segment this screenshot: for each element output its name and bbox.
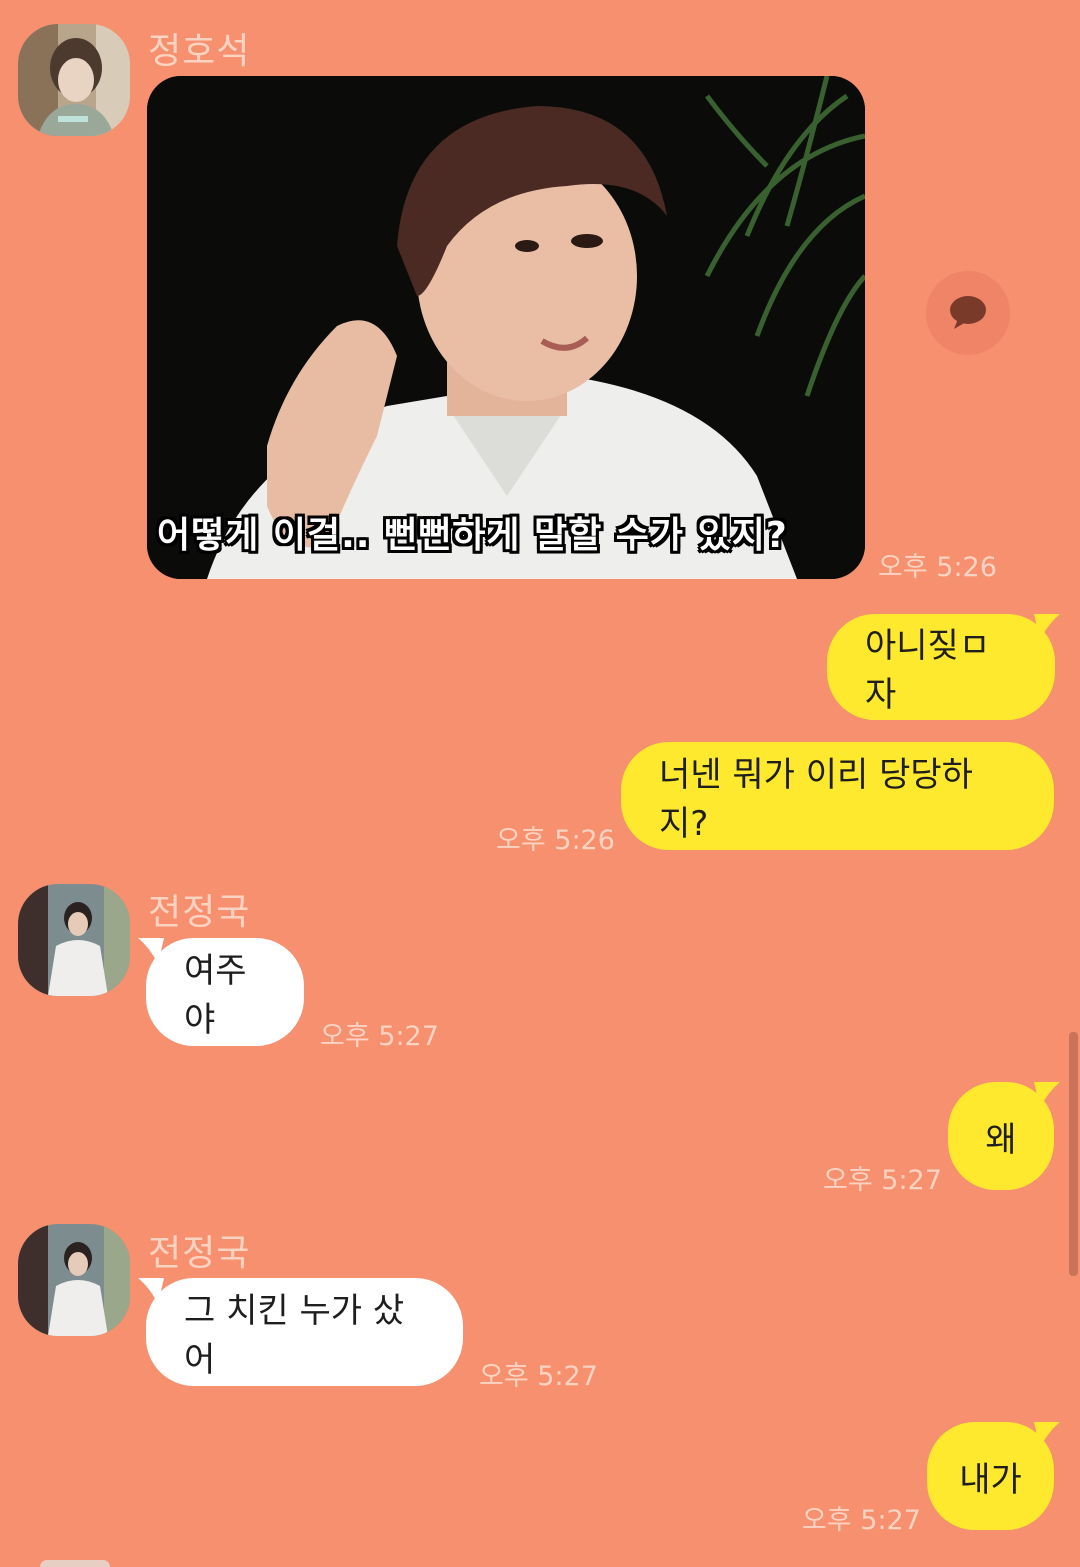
timestamp: 오후 5:27 [479,1361,598,1392]
message-text: 그 치킨 누가 샀어 [184,1291,405,1380]
message-text: 너넨 뭐가 이리 당당하지? [659,755,973,844]
avatar-jeon-jungkook[interactable] [18,1224,130,1336]
message-bubble-them[interactable]: 여주야 [146,938,304,1046]
shared-photo[interactable]: 어떻게 이걸.. 뻔뻔하게 말할 수가 있지? [147,76,865,579]
message-text: 아니짖ㅁ자 [865,626,991,715]
bubble-tail [1034,1422,1060,1448]
bubble-tail [1034,1082,1060,1108]
scrollbar-thumb[interactable] [1069,1032,1078,1276]
avatar-jeon-jungkook[interactable] [18,884,130,996]
share-button[interactable] [926,271,1010,355]
sender-name: 전정국 [148,892,251,933]
message-text: 왜 [985,1119,1017,1160]
message-text: 여주야 [184,951,247,1040]
message-bubble-me[interactable]: 너넨 뭐가 이리 당당하지? [621,742,1054,850]
bubble-tail [138,1278,164,1304]
photo-scene [147,76,865,579]
sender-name: 정호석 [148,31,251,72]
timestamp: 오후 5:27 [320,1021,439,1052]
message-text: 내가 [959,1459,1022,1500]
message-bubble-them[interactable]: 그 치킨 누가 샀어 [146,1278,463,1386]
timestamp: 오후 5:27 [802,1505,921,1536]
chat-bubble-icon [950,296,986,329]
bubble-tail [138,938,164,964]
bubble-tail [1034,614,1060,640]
sender-name: 전정국 [148,1233,251,1274]
timestamp: 오후 5:26 [496,825,615,856]
photo-caption: 어떻게 이걸.. 뻔뻔하게 말할 수가 있지? [157,515,788,556]
avatar-jung-hoseok[interactable] [18,24,130,136]
timestamp: 오후 5:27 [823,1165,942,1196]
timestamp: 오후 5:26 [878,552,997,583]
message-bubble-me[interactable]: 아니짖ㅁ자 [827,614,1055,720]
avatar-partial [40,1560,110,1567]
